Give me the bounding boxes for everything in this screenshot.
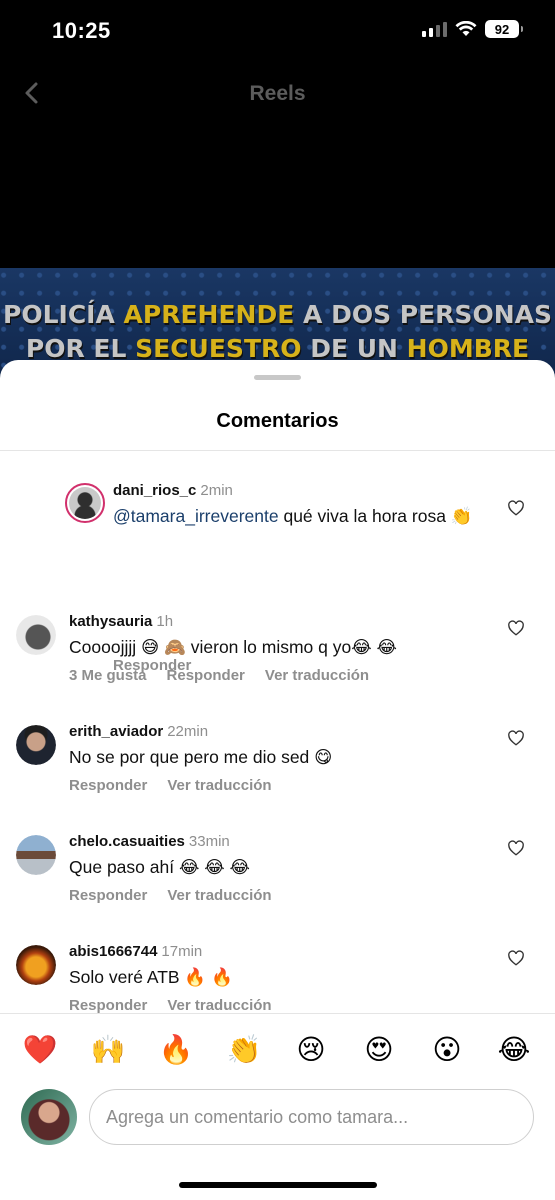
comment-time: 17min <box>161 943 203 960</box>
page-title: Reels <box>249 82 306 105</box>
translate-button[interactable]: Ver traducción <box>167 997 271 1013</box>
headline-highlight: SECUESTRO <box>135 334 302 363</box>
headline-text: DE UN <box>301 334 407 363</box>
headline-text: POR EL <box>25 334 136 363</box>
comment-username[interactable]: erith_aviador 22min <box>69 723 208 740</box>
comment-time: 33min <box>188 833 230 850</box>
heart-icon[interactable] <box>507 729 525 747</box>
avatar-image <box>16 615 56 655</box>
laughing-emoji-button[interactable]: 😂 <box>496 1032 532 1068</box>
translate-button[interactable]: Ver traducción <box>265 667 369 684</box>
emoji-reaction-bar: ❤️ 🙌 🔥 👏 😢 😍 😮 😂 <box>0 1013 555 1083</box>
reels-header: Reels <box>0 62 555 124</box>
surprised-emoji-button[interactable]: 😮 <box>429 1032 465 1068</box>
comment-text: No se por que pero me dio sed 😋 <box>69 747 333 767</box>
reply-button[interactable]: Responder <box>69 887 147 904</box>
headline-text: A DOS PERSONAS <box>294 300 552 329</box>
heart-emoji-button[interactable]: ❤️ <box>22 1032 58 1068</box>
translate-button[interactable]: Ver traducción <box>167 777 271 794</box>
comment-time: 2min <box>200 482 233 499</box>
reply-button[interactable]: Responder <box>167 667 245 684</box>
avatar[interactable] <box>16 725 56 765</box>
headline-highlight: HOMBRE <box>406 334 530 363</box>
headline-highlight: APREHENDE <box>123 300 295 329</box>
cellular-signal-icon <box>422 21 447 37</box>
comment-actions: 3 Me gusta Responder Ver traducción <box>69 667 369 684</box>
comment-actions: Responder Ver traducción <box>69 887 272 904</box>
heart-eyes-emoji-button[interactable]: 😍 <box>361 1032 397 1068</box>
headline-text: POLICÍA <box>3 300 124 329</box>
comment-username[interactable]: chelo.casuaities 33min <box>69 833 230 850</box>
translate-button[interactable]: Ver traducción <box>167 887 271 904</box>
comment-username[interactable]: dani_rios_c 2min <box>113 482 233 499</box>
comment-text: Que paso ahí 😂 😂 😂 <box>69 857 251 877</box>
comments-list[interactable]: dani_rios_c 2min @tamara_irreverente qué … <box>0 451 555 1013</box>
raising-hands-emoji-button[interactable]: 🙌 <box>90 1032 126 1068</box>
comment-actions: Responder Ver traducción <box>69 997 272 1013</box>
current-user-avatar[interactable] <box>21 1089 77 1145</box>
heart-icon[interactable] <box>507 949 525 967</box>
fire-emoji-button[interactable]: 🔥 <box>158 1032 194 1068</box>
heart-icon[interactable] <box>507 499 525 517</box>
video-headline: POLICÍA APREHENDE A DOS PERSONAS POR EL S… <box>0 268 555 366</box>
comment-text: @tamara_irreverente qué viva la hora ros… <box>113 506 473 526</box>
avatar-image <box>16 835 56 875</box>
status-bar: 10:25 92 <box>0 0 555 62</box>
sheet-title: Comentarios <box>216 410 339 432</box>
reply-button[interactable]: Responder <box>69 997 147 1013</box>
comment-username[interactable]: kathysauria 1h <box>69 613 173 630</box>
status-time: 10:25 <box>52 18 111 43</box>
status-icons: 92 <box>422 20 523 38</box>
wifi-icon <box>455 21 477 36</box>
comment-time: 22min <box>167 723 209 740</box>
comment-text: Solo veré ATB 🔥 🔥 <box>69 967 233 987</box>
comments-sheet: Comentarios dani_rios_c 2min @tamara_irre… <box>0 360 555 1200</box>
avatar[interactable] <box>65 483 105 523</box>
likes-count-button[interactable]: 3 Me gusta <box>69 667 147 684</box>
clapping-emoji-button[interactable]: 👏 <box>226 1032 262 1068</box>
avatar-image <box>69 487 101 519</box>
avatar[interactable] <box>16 945 56 985</box>
avatar-image <box>16 945 56 985</box>
avatar[interactable] <box>16 615 56 655</box>
crying-emoji-button[interactable]: 😢 <box>293 1032 329 1068</box>
avatar[interactable] <box>16 835 56 875</box>
reply-button[interactable]: Responder <box>69 777 147 794</box>
battery-indicator: 92 <box>485 20 523 38</box>
avatar-image <box>16 725 56 765</box>
comment-input[interactable] <box>89 1089 534 1145</box>
comment-actions: Responder Ver traducción <box>69 777 272 794</box>
heart-icon[interactable] <box>507 839 525 857</box>
headline-line: POLICÍA APREHENDE A DOS PERSONAS <box>0 298 555 332</box>
heart-icon[interactable] <box>507 619 525 637</box>
home-indicator[interactable] <box>179 1182 377 1188</box>
comment-time: 1h <box>156 613 174 630</box>
sheet-grabber-handle[interactable] <box>254 375 301 380</box>
comment-text: Cooooјjjj 😅 🙈 vieron lo mismo q yo😂 😂 <box>69 637 397 657</box>
comment-username[interactable]: abis1666744 17min <box>69 943 202 960</box>
mention-link[interactable]: @tamara_irreverente <box>113 506 279 526</box>
